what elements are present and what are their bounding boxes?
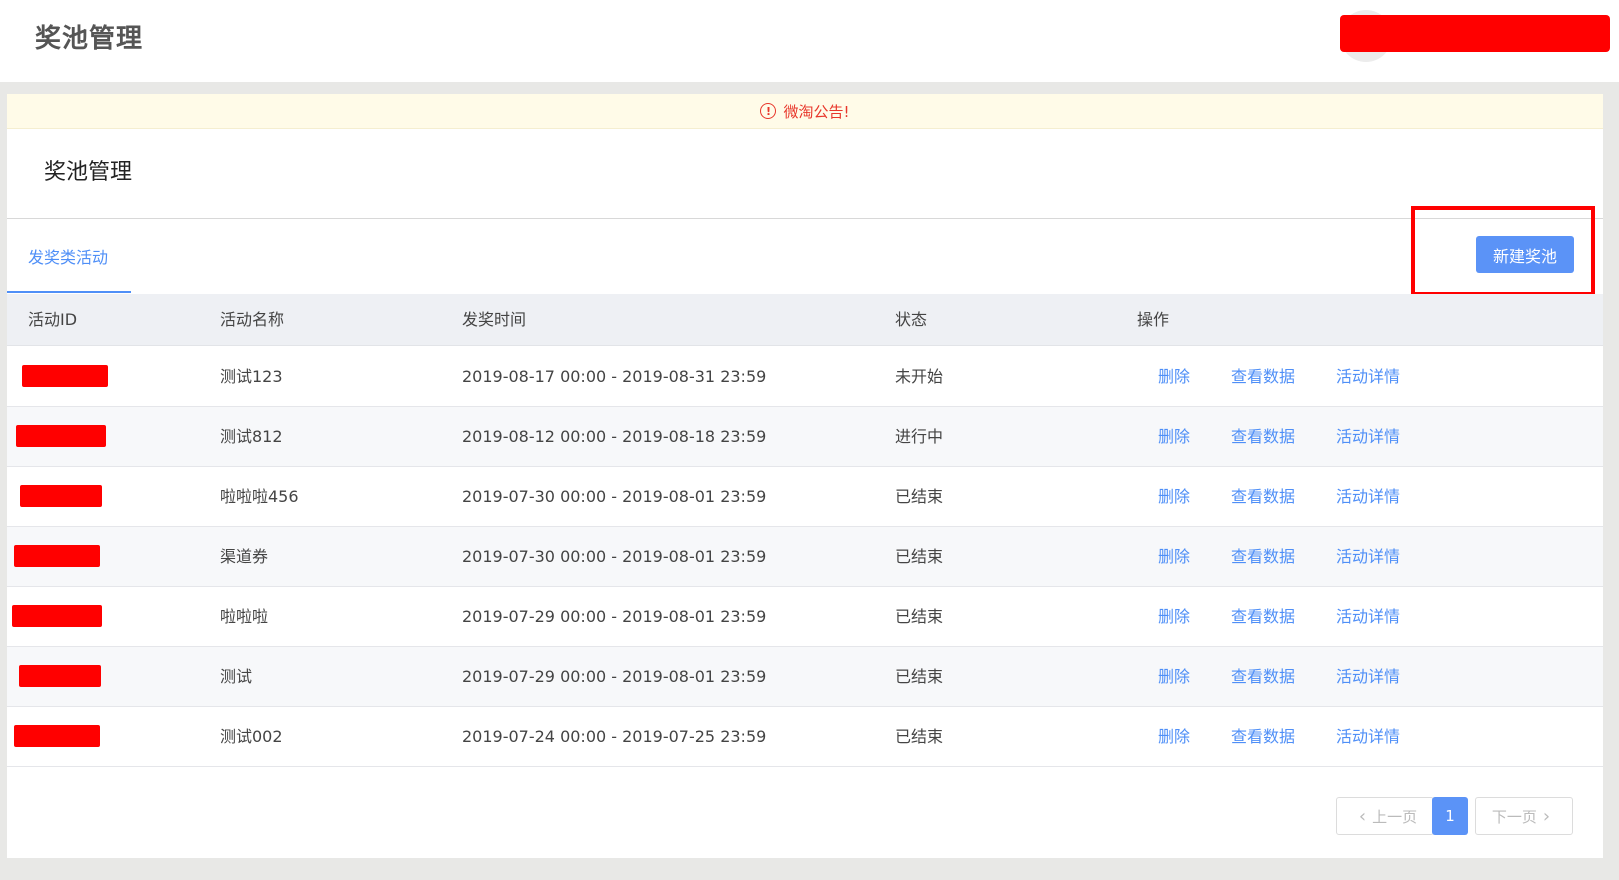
- delete-link[interactable]: 删除: [1158, 587, 1190, 646]
- award-time-cell: 2019-07-29 00:00 - 2019-08-01 23:59: [462, 667, 767, 686]
- redacted-user-info: [1340, 15, 1610, 52]
- prev-page-button[interactable]: ‹ 上一页: [1336, 797, 1434, 835]
- activity-name-cell: 测试123: [220, 367, 283, 386]
- highlight-annotation: [1411, 206, 1595, 296]
- redacted-activity-id: [12, 605, 102, 627]
- redacted-activity-id: [19, 665, 101, 687]
- redacted-activity-id: [16, 425, 106, 447]
- activity-name-cell: 啦啦啦456: [220, 487, 299, 506]
- activity-name-cell: 渠道券: [220, 547, 269, 566]
- award-time-cell: 2019-07-30 00:00 - 2019-08-01 23:59: [462, 547, 767, 566]
- column-header-time: 发奖时间: [462, 310, 527, 329]
- view-data-link[interactable]: 查看数据: [1231, 707, 1295, 766]
- award-time-cell: 2019-07-29 00:00 - 2019-08-01 23:59: [462, 607, 767, 626]
- divider: [7, 218, 1603, 219]
- activity-name-cell: 测试: [220, 667, 253, 686]
- view-data-link[interactable]: 查看数据: [1231, 647, 1295, 706]
- chevron-left-icon: ‹: [1358, 805, 1367, 827]
- table-row: 测试 2019-07-29 00:00 - 2019-08-01 23:59 已结束…: [7, 647, 1603, 707]
- activity-detail-link[interactable]: 活动详情: [1336, 407, 1400, 466]
- column-header-status: 状态: [895, 310, 928, 329]
- notice-bar: ! 微淘公告!: [7, 94, 1603, 129]
- view-data-link[interactable]: 查看数据: [1231, 407, 1295, 466]
- status-cell: 已结束: [895, 667, 944, 686]
- redacted-activity-id: [14, 545, 100, 567]
- column-header-actions: 操作: [1137, 310, 1170, 329]
- alert-circle-icon: !: [760, 103, 777, 119]
- activity-detail-link[interactable]: 活动详情: [1336, 707, 1400, 766]
- delete-link[interactable]: 删除: [1158, 527, 1190, 586]
- delete-link[interactable]: 删除: [1158, 707, 1190, 766]
- table-row: 测试002 2019-07-24 00:00 - 2019-07-25 23:59…: [7, 707, 1603, 767]
- status-cell: 未开始: [895, 367, 944, 386]
- column-header-name: 活动名称: [220, 310, 285, 329]
- activity-detail-link[interactable]: 活动详情: [1336, 587, 1400, 646]
- activity-detail-link[interactable]: 活动详情: [1336, 527, 1400, 586]
- page-number-button[interactable]: 1: [1432, 797, 1468, 835]
- status-cell: 已结束: [895, 487, 944, 506]
- view-data-link[interactable]: 查看数据: [1231, 587, 1295, 646]
- activity-name-cell: 测试002: [220, 727, 283, 746]
- delete-link[interactable]: 删除: [1158, 647, 1190, 706]
- status-cell: 已结束: [895, 607, 944, 626]
- app-title: 奖池管理: [35, 24, 144, 54]
- view-data-link[interactable]: 查看数据: [1231, 347, 1295, 406]
- activity-detail-link[interactable]: 活动详情: [1336, 347, 1400, 406]
- award-time-cell: 2019-08-17 00:00 - 2019-08-31 23:59: [462, 367, 767, 386]
- redacted-activity-id: [22, 365, 108, 387]
- activity-detail-link[interactable]: 活动详情: [1336, 647, 1400, 706]
- page-title: 奖池管理: [44, 160, 133, 185]
- tab-award-activities[interactable]: 发奖类活动: [28, 244, 108, 268]
- award-time-cell: 2019-07-24 00:00 - 2019-07-25 23:59: [462, 727, 767, 746]
- next-page-label: 下一页: [1491, 807, 1537, 826]
- table-row: 测试812 2019-08-12 00:00 - 2019-08-18 23:59…: [7, 407, 1603, 467]
- column-header-id: 活动ID: [28, 310, 78, 329]
- top-bar: 奖池管理: [0, 0, 1619, 82]
- table-row: 啦啦啦456 2019-07-30 00:00 - 2019-08-01 23:5…: [7, 467, 1603, 527]
- chevron-right-icon: ›: [1542, 805, 1551, 827]
- award-time-cell: 2019-07-30 00:00 - 2019-08-01 23:59: [462, 487, 767, 506]
- status-cell: 进行中: [895, 427, 944, 446]
- activity-name-cell: 啦啦啦: [220, 607, 269, 626]
- award-time-cell: 2019-08-12 00:00 - 2019-08-18 23:59: [462, 427, 767, 446]
- table-row: 啦啦啦 2019-07-29 00:00 - 2019-08-01 23:59 已结…: [7, 587, 1603, 647]
- table-row: 测试123 2019-08-17 00:00 - 2019-08-31 23:59…: [7, 347, 1603, 407]
- view-data-link[interactable]: 查看数据: [1231, 467, 1295, 526]
- delete-link[interactable]: 删除: [1158, 347, 1190, 406]
- redacted-activity-id: [14, 725, 100, 747]
- delete-link[interactable]: 删除: [1158, 467, 1190, 526]
- status-cell: 已结束: [895, 727, 944, 746]
- activity-detail-link[interactable]: 活动详情: [1336, 467, 1400, 526]
- status-cell: 已结束: [895, 547, 944, 566]
- redacted-activity-id: [20, 485, 102, 507]
- view-data-link[interactable]: 查看数据: [1231, 527, 1295, 586]
- activity-name-cell: 测试812: [220, 427, 283, 446]
- table-row: 渠道券 2019-07-30 00:00 - 2019-08-01 23:59 已结…: [7, 527, 1603, 587]
- prev-page-label: 上一页: [1372, 807, 1418, 826]
- table-header: 活动ID 活动名称 发奖时间 状态 操作: [7, 294, 1603, 346]
- delete-link[interactable]: 删除: [1158, 407, 1190, 466]
- main-card: ! 微淘公告! 奖池管理 发奖类活动 新建奖池 活动ID 活动名称 发奖时间 状…: [7, 94, 1603, 858]
- notice-text: 微淘公告!: [783, 102, 850, 121]
- tab-active-indicator: [7, 291, 131, 293]
- next-page-button[interactable]: 下一页 ›: [1475, 797, 1573, 835]
